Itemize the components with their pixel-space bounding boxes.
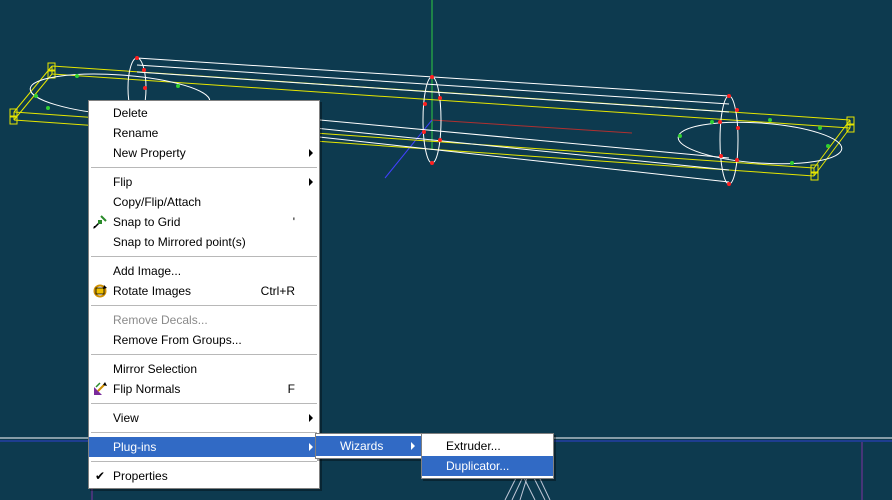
menu-item-label: Add Image... — [113, 264, 182, 278]
menu-item-shortcut: Ctrl+R — [260, 284, 295, 298]
menu-item-label: Mirror Selection — [113, 362, 198, 376]
menu-item-label: Delete — [113, 106, 148, 120]
menu-item-flip[interactable]: Flip — [89, 172, 319, 192]
submenu-arrow-icon — [309, 414, 313, 422]
submenu-arrow-icon — [309, 149, 313, 157]
plugins-submenu: Wizards — [315, 433, 422, 459]
submenu-arrow-icon — [411, 442, 415, 450]
menu-item-label: Properties — [113, 469, 168, 483]
checkmark-icon: ✔ — [95, 469, 106, 483]
menu-item-view[interactable]: View — [89, 408, 319, 428]
menu-item-plug-ins[interactable]: Plug-ins — [89, 437, 319, 457]
menu-item-label: Flip — [113, 175, 133, 189]
menu-separator — [91, 305, 317, 306]
menu-item-label: Rotate Images — [113, 284, 192, 298]
menu-item-shortcut: F — [287, 382, 295, 396]
menu-item-label: Snap to Grid — [113, 215, 181, 229]
menu-item-label: Remove From Groups... — [113, 333, 242, 347]
context-menu: Delete Rename New Property Flip Copy/Flip/At… — [88, 100, 320, 489]
menu-item-label: Plug-ins — [113, 440, 157, 454]
menu-item-extruder[interactable]: Extruder... — [422, 436, 553, 456]
menu-separator — [91, 167, 317, 168]
menu-item-duplicator[interactable]: Duplicator... — [422, 456, 553, 476]
menu-item-label: Rename — [113, 126, 159, 140]
menu-item-remove-from-groups[interactable]: Remove From Groups... — [89, 330, 319, 350]
menu-item-copy-flip-attach[interactable]: Copy/Flip/Attach — [89, 192, 319, 212]
flip-normals-icon — [92, 381, 108, 397]
menu-item-label: View — [113, 411, 139, 425]
menu-item-label: Duplicator... — [446, 459, 510, 473]
menu-item-delete[interactable]: Delete — [89, 103, 319, 123]
menu-item-label: Copy/Flip/Attach — [113, 195, 202, 209]
rotate-images-icon — [92, 283, 108, 299]
menu-item-wizards[interactable]: Wizards — [316, 436, 421, 456]
menu-separator — [91, 403, 317, 404]
menu-item-add-image[interactable]: Add Image... — [89, 261, 319, 281]
menu-item-label: Wizards — [340, 439, 384, 453]
submenu-arrow-icon — [309, 178, 313, 186]
menu-separator — [91, 354, 317, 355]
menu-item-shortcut: ' — [292, 215, 295, 229]
menu-item-rotate-images[interactable]: Rotate Images Ctrl+R — [89, 281, 319, 301]
menu-item-remove-decals: Remove Decals... — [89, 310, 319, 330]
snap-grid-icon — [92, 214, 108, 230]
menu-item-properties[interactable]: ✔ Properties — [89, 466, 319, 486]
menu-item-snap-to-grid[interactable]: Snap to Grid ' — [89, 212, 319, 232]
menu-item-snap-to-mirrored-point-s[interactable]: Snap to Mirrored point(s) — [89, 232, 319, 252]
menu-item-new-property[interactable]: New Property — [89, 143, 319, 163]
menu-item-label: Snap to Mirrored point(s) — [113, 235, 246, 249]
menu-item-label: Flip Normals — [113, 382, 181, 396]
menu-item-flip-normals[interactable]: Flip Normals F — [89, 379, 319, 399]
menu-item-label: New Property — [113, 146, 186, 160]
submenu-arrow-icon — [309, 443, 313, 451]
wizards-submenu: Extruder... Duplicator... — [421, 433, 554, 479]
menu-separator — [91, 256, 317, 257]
menu-item-rename[interactable]: Rename — [89, 123, 319, 143]
menu-item-label: Extruder... — [446, 439, 501, 453]
menu-separator — [91, 432, 317, 433]
menu-separator — [91, 461, 317, 462]
menu-item-label: Remove Decals... — [113, 313, 208, 327]
menu-item-mirror-selection[interactable]: Mirror Selection — [89, 359, 319, 379]
